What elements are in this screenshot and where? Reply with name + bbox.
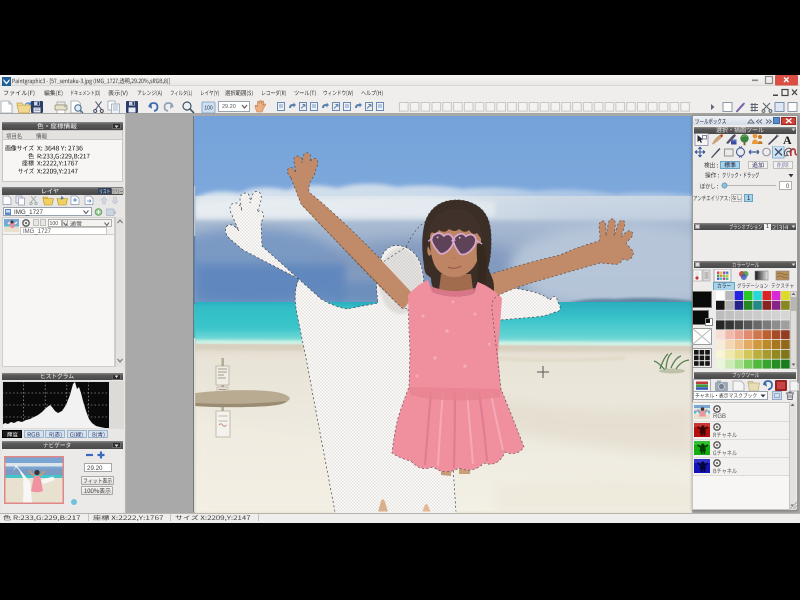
svg-text:A: A	[783, 133, 792, 146]
